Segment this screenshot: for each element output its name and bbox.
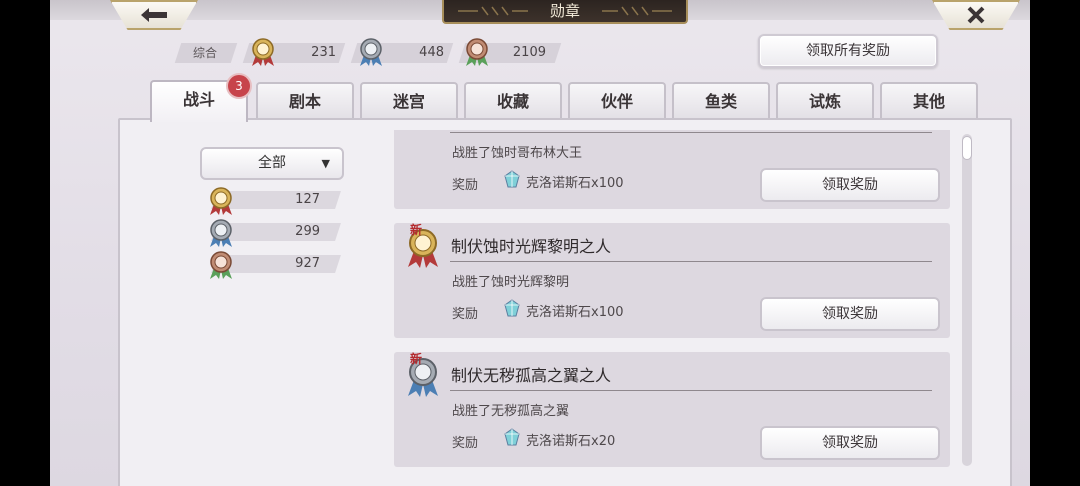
claim-reward-button[interactable]: 领取奖励 [760, 168, 940, 202]
divider [450, 261, 932, 262]
medal-desc: 战胜了蚀时哥布林大王 [452, 146, 583, 161]
reward-value: 克洛诺斯石x20 [526, 434, 616, 449]
gold-category-count: 127 [295, 192, 320, 207]
tab-script[interactable]: 剧本 [256, 82, 354, 120]
medal-desc: 战胜了无秽孤高之翼 [452, 404, 570, 419]
bronze-count-row: 927 [200, 251, 350, 279]
page-title: 勋章 [549, 2, 580, 20]
gold-medal-icon [210, 187, 232, 215]
tab-companion[interactable]: 伙伴 [568, 82, 666, 120]
chronos-stone-icon [504, 299, 520, 317]
filter-dropdown[interactable]: 全部 ▼ [200, 147, 344, 180]
gold-count: 231 [311, 45, 336, 60]
bronze-medal-icon [466, 38, 488, 66]
claim-reward-button[interactable]: 领取奖励 [760, 426, 940, 460]
bronze-count: 2109 [512, 45, 546, 60]
reward-label: 奖励 [452, 307, 479, 322]
chronos-stone-icon [504, 170, 520, 188]
list-item: 新 制伏无秽孤高之翼之人 战胜了无秽孤高之翼 奖励 克洛诺斯石x20 领取奖励 [394, 352, 950, 467]
filter-selected: 全部 [258, 155, 286, 171]
claim-reward-button[interactable]: 领取奖励 [760, 297, 940, 331]
tab-fish[interactable]: 鱼类 [672, 82, 770, 120]
silver-category-count: 299 [295, 224, 320, 239]
scrollbar[interactable] [962, 134, 972, 466]
title-plate: 勋章 [442, 0, 688, 24]
divider [450, 390, 932, 391]
gold-count-row: 127 [200, 187, 350, 215]
medal-summary: 综合 231 448 2109 [50, 38, 570, 66]
medal-desc: 战胜了蚀时光辉黎明 [452, 275, 570, 290]
list-item: 战胜了蚀时哥布林大王 奖励 克洛诺斯石x100 领取奖励 [394, 130, 950, 209]
divider [450, 132, 932, 133]
reward-label: 奖励 [452, 436, 479, 451]
claim-all-button[interactable]: 领取所有奖励 [758, 34, 938, 68]
chronos-stone-icon [504, 428, 520, 446]
ornament-icon [602, 6, 672, 16]
new-tag: 新 [410, 223, 423, 237]
reward-value: 克洛诺斯石x100 [526, 305, 624, 320]
reward-value: 克洛诺斯石x100 [526, 176, 624, 191]
medal-screen: 勋章 综合 231 448 2109 领取所有奖励 战斗 剧本 迷宫 收藏 伙伴… [50, 0, 1030, 486]
gold-medal-icon [252, 38, 274, 66]
list-item: 新 制伏蚀时光辉黎明之人 战胜了蚀时光辉黎明 奖励 克洛诺斯石x100 领取奖励 [394, 223, 950, 338]
scroll-thumb[interactable] [962, 136, 972, 160]
back-button[interactable] [110, 0, 198, 30]
silver-count-row: 299 [200, 219, 350, 247]
category-tabs: 战斗 剧本 迷宫 收藏 伙伴 鱼类 试炼 其他 [150, 80, 980, 122]
summary-label: 综合 [193, 46, 218, 60]
triangle-down-icon: ▼ [321, 157, 330, 170]
close-button[interactable] [932, 0, 1020, 30]
arrow-left-icon [141, 8, 167, 22]
close-icon [967, 6, 985, 24]
reward-label: 奖励 [452, 178, 479, 193]
silver-medal-icon [360, 38, 382, 66]
tab-trial[interactable]: 试炼 [776, 82, 874, 120]
silver-count: 448 [419, 45, 444, 60]
new-tag: 新 [410, 352, 423, 366]
bronze-category-count: 927 [295, 256, 320, 271]
notification-badge: 3 [226, 73, 252, 99]
medal-list[interactable]: 战胜了蚀时哥布林大王 奖励 克洛诺斯石x100 领取奖励 新 制伏蚀时光辉黎明之… [394, 130, 950, 475]
bronze-medal-icon [210, 251, 232, 279]
tab-labyrinth[interactable]: 迷宫 [360, 82, 458, 120]
silver-medal-icon [210, 219, 232, 247]
tab-collection[interactable]: 收藏 [464, 82, 562, 120]
medal-title: 制伏无秽孤高之翼之人 [451, 366, 612, 385]
ornament-icon [458, 6, 528, 16]
medal-title: 制伏蚀时光辉黎明之人 [451, 237, 612, 256]
tab-other[interactable]: 其他 [880, 82, 978, 120]
